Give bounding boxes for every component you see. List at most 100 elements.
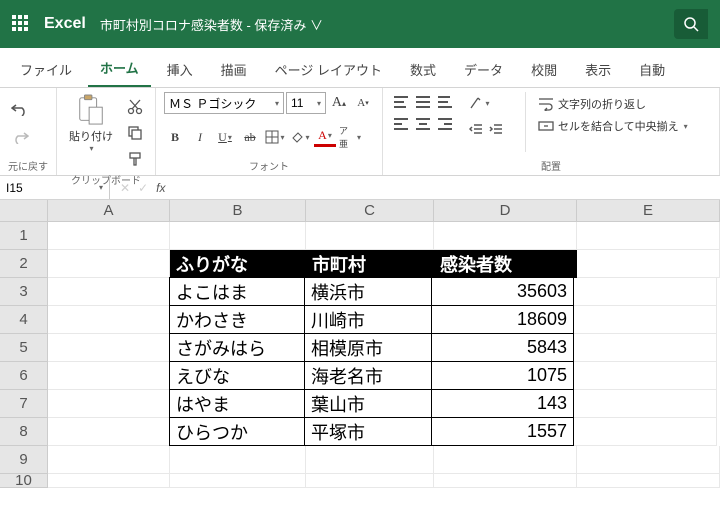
- align-top-button[interactable]: [391, 92, 411, 112]
- cell[interactable]: [48, 334, 170, 362]
- cell[interactable]: [48, 418, 170, 446]
- cell[interactable]: [434, 446, 577, 474]
- data-cell[interactable]: 1557: [431, 417, 574, 446]
- border-button[interactable]: ▾: [264, 126, 286, 148]
- tab-draw[interactable]: 描画: [209, 50, 259, 87]
- data-cell[interactable]: 海老名市: [304, 361, 432, 390]
- cell[interactable]: [434, 474, 577, 488]
- strike-button[interactable]: ab: [239, 126, 261, 148]
- cell[interactable]: [434, 222, 577, 250]
- cell[interactable]: [48, 390, 170, 418]
- cell[interactable]: [306, 474, 434, 488]
- cell[interactable]: [170, 446, 306, 474]
- data-cell[interactable]: はやま: [169, 389, 305, 418]
- paste-button[interactable]: 貼り付け ▾: [65, 92, 117, 155]
- data-cell[interactable]: 18609: [431, 305, 574, 334]
- cell[interactable]: [306, 222, 434, 250]
- tab-formulas[interactable]: 数式: [398, 50, 448, 87]
- header-cell[interactable]: 感染者数: [434, 250, 577, 278]
- document-name[interactable]: 市町村別コロナ感染者数 - 保存済み ∨: [100, 15, 323, 34]
- app-launcher-icon[interactable]: [12, 15, 30, 33]
- redo-button[interactable]: [8, 126, 32, 148]
- header-cell[interactable]: 市町村: [306, 250, 434, 278]
- decrease-indent-button[interactable]: [467, 118, 485, 140]
- fill-color-button[interactable]: ▾: [289, 126, 311, 148]
- align-right-button[interactable]: [435, 114, 455, 134]
- data-cell[interactable]: 川崎市: [304, 305, 432, 334]
- cancel-icon[interactable]: ✕: [120, 181, 130, 195]
- wrap-text-button[interactable]: 文字列の折り返し: [538, 96, 688, 112]
- worksheet[interactable]: A B C D E 1 2ふりがな市町村感染者数 3よこはま横浜市35603 4…: [0, 200, 720, 488]
- tab-data[interactable]: データ: [452, 50, 515, 87]
- orientation-button[interactable]: ▾: [467, 92, 491, 114]
- cell[interactable]: [170, 474, 306, 488]
- row-header[interactable]: 3: [0, 278, 48, 306]
- cell[interactable]: [48, 362, 170, 390]
- col-header[interactable]: E: [577, 200, 720, 222]
- select-all-corner[interactable]: [0, 200, 48, 222]
- cell[interactable]: [574, 362, 717, 390]
- row-header[interactable]: 10: [0, 474, 48, 488]
- increase-indent-button[interactable]: [487, 118, 505, 140]
- data-cell[interactable]: 35603: [431, 277, 574, 306]
- cell[interactable]: [48, 306, 170, 334]
- row-header[interactable]: 4: [0, 306, 48, 334]
- cell[interactable]: [574, 278, 717, 306]
- cell[interactable]: [48, 278, 170, 306]
- header-cell[interactable]: ふりがな: [170, 250, 306, 278]
- font-name-select[interactable]: ＭＳ Ｐゴシック▾: [164, 92, 284, 114]
- data-cell[interactable]: 横浜市: [304, 277, 432, 306]
- undo-button[interactable]: [8, 98, 32, 120]
- data-cell[interactable]: かわさき: [169, 305, 305, 334]
- cut-button[interactable]: [123, 96, 147, 118]
- cell[interactable]: [170, 222, 306, 250]
- align-center-button[interactable]: [413, 114, 433, 134]
- increase-font-button[interactable]: A▴: [328, 92, 350, 114]
- font-color-button[interactable]: A▾: [314, 128, 336, 147]
- font-size-select[interactable]: 11▾: [286, 92, 326, 114]
- data-cell[interactable]: 5843: [431, 333, 574, 362]
- cell[interactable]: [577, 474, 720, 488]
- name-box[interactable]: I15▾: [0, 177, 110, 199]
- col-header[interactable]: B: [170, 200, 306, 222]
- cell[interactable]: [577, 446, 720, 474]
- underline-button[interactable]: U▾: [214, 126, 236, 148]
- data-cell[interactable]: 143: [431, 389, 574, 418]
- data-cell[interactable]: 葉山市: [304, 389, 432, 418]
- cell[interactable]: [48, 222, 170, 250]
- data-cell[interactable]: 1075: [431, 361, 574, 390]
- data-cell[interactable]: ひらつか: [169, 417, 305, 446]
- enter-icon[interactable]: ✓: [138, 181, 148, 195]
- align-bottom-button[interactable]: [435, 92, 455, 112]
- data-cell[interactable]: 平塚市: [304, 417, 432, 446]
- data-cell[interactable]: えびな: [169, 361, 305, 390]
- col-header[interactable]: A: [48, 200, 170, 222]
- fx-icon[interactable]: fx: [156, 181, 165, 195]
- search-button[interactable]: [674, 9, 708, 39]
- italic-button[interactable]: I: [189, 126, 211, 148]
- bold-button[interactable]: B: [164, 126, 186, 148]
- tab-page-layout[interactable]: ページ レイアウト: [263, 50, 394, 87]
- tab-insert[interactable]: 挿入: [155, 50, 205, 87]
- format-painter-button[interactable]: [123, 148, 147, 170]
- row-header[interactable]: 5: [0, 334, 48, 362]
- data-cell[interactable]: よこはま: [169, 277, 305, 306]
- decrease-font-button[interactable]: A▾: [352, 92, 374, 114]
- data-cell[interactable]: さがみはら: [169, 333, 305, 362]
- copy-button[interactable]: [123, 122, 147, 144]
- cell[interactable]: [574, 306, 717, 334]
- data-cell[interactable]: 相模原市: [304, 333, 432, 362]
- tab-home[interactable]: ホーム: [88, 48, 151, 87]
- merge-center-button[interactable]: セルを結合して中央揃え▾: [538, 118, 688, 134]
- align-middle-button[interactable]: [413, 92, 433, 112]
- row-header[interactable]: 8: [0, 418, 48, 446]
- align-left-button[interactable]: [391, 114, 411, 134]
- cell[interactable]: [577, 250, 720, 278]
- cell[interactable]: [48, 474, 170, 488]
- col-header[interactable]: C: [306, 200, 434, 222]
- tab-automate[interactable]: 自動: [627, 50, 677, 87]
- cell[interactable]: [574, 390, 717, 418]
- phonetic-button[interactable]: ア亜▾: [339, 126, 361, 148]
- cell[interactable]: [48, 250, 170, 278]
- cell[interactable]: [574, 334, 717, 362]
